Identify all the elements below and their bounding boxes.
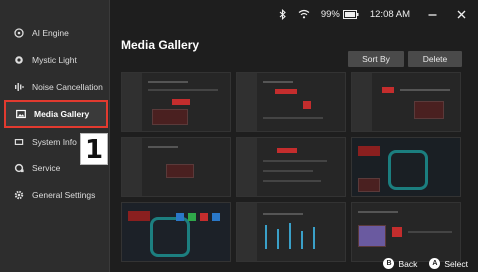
gallery-thumbnail[interactable] [236, 202, 346, 262]
sidebar-item-label: Mystic Light [32, 55, 77, 65]
sidebar-item-label: Service [32, 163, 61, 173]
gallery-thumbnail[interactable] [121, 137, 231, 197]
service-icon [14, 163, 24, 173]
media-gallery-icon [16, 109, 26, 119]
close-icon[interactable] [457, 10, 466, 19]
battery-percent: 99% [320, 8, 340, 20]
system-info-icon [14, 137, 24, 147]
sidebar-item-noise-cancellation[interactable]: Noise Cancellation [4, 74, 108, 100]
bluetooth-icon [279, 8, 287, 20]
select-hint[interactable]: Select [444, 259, 468, 269]
ai-engine-icon [14, 28, 24, 38]
a-button-icon: A [429, 258, 441, 269]
sidebar-item-mystic-light[interactable]: Mystic Light [4, 47, 108, 73]
gallery-thumbnail[interactable] [351, 202, 461, 262]
wifi-icon [298, 9, 310, 19]
sidebar-item-general-settings[interactable]: General Settings [4, 182, 108, 208]
sidebar-item-label: General Settings [32, 190, 96, 200]
delete-button[interactable]: Delete [408, 51, 462, 67]
status-bar: 99% 12:08 AM [279, 6, 478, 22]
gallery-thumbnail[interactable] [236, 137, 346, 197]
sidebar-item-label: AI Engine [32, 28, 69, 38]
gallery-thumbnail[interactable] [351, 137, 461, 197]
sort-by-button[interactable]: Sort By [348, 51, 404, 67]
page-title: Media Gallery [121, 38, 200, 52]
gear-icon [14, 190, 24, 200]
mystic-light-icon [14, 55, 24, 65]
sidebar-item-label: Noise Cancellation [32, 82, 103, 92]
gallery-thumbnail[interactable] [236, 72, 346, 132]
gallery-thumbnail[interactable] [351, 72, 461, 132]
gallery-thumbnail[interactable] [121, 72, 231, 132]
clock-time: 12:08 AM [369, 8, 410, 20]
battery-icon [342, 9, 359, 19]
sidebar-item-media-gallery[interactable]: Media Gallery [4, 100, 108, 128]
back-hint[interactable]: Back [398, 259, 417, 269]
sidebar-item-label: System Info [32, 137, 77, 147]
step-number-callout: 1 [80, 133, 108, 165]
sidebar-item-ai-engine[interactable]: AI Engine [4, 20, 108, 46]
sidebar-item-label: Media Gallery [34, 109, 90, 119]
media-gallery-grid [121, 72, 463, 262]
minimize-icon[interactable] [428, 10, 437, 19]
gallery-thumbnail[interactable] [121, 202, 231, 262]
noise-cancellation-icon [14, 82, 24, 92]
footer-hints: B Back A Select [383, 258, 468, 269]
b-button-icon: B [383, 258, 395, 269]
